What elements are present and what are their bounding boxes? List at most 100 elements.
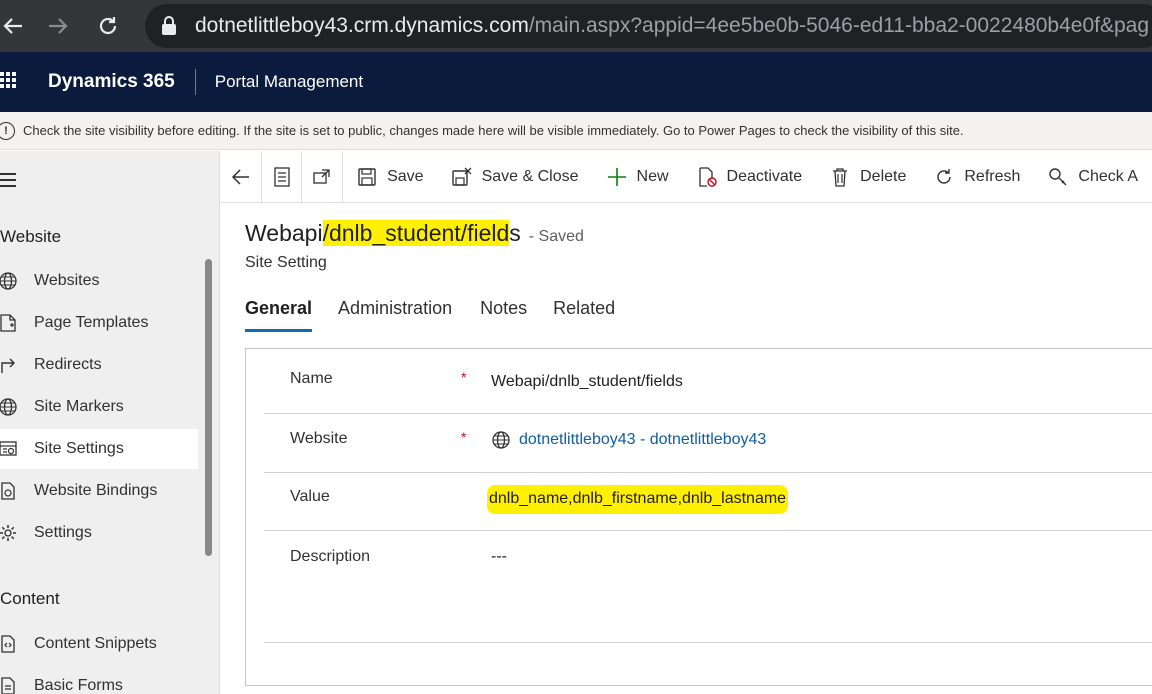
- sidebar-item-website-bindings[interactable]: Website Bindings: [0, 471, 198, 511]
- description-field[interactable]: ---: [491, 548, 507, 566]
- globe-icon: [491, 430, 511, 450]
- sidebar-item-redirects[interactable]: Redirects: [0, 345, 198, 385]
- group-title-website: Website: [0, 227, 62, 246]
- field-row-description: Description ---: [264, 531, 1152, 643]
- sidebar-item-label: Redirects: [34, 356, 102, 373]
- required-indicator: *: [461, 369, 467, 385]
- field-row-website: Website * dotnetlittleboy43 - dotnetlitt…: [264, 414, 1152, 473]
- value-label: Value: [290, 488, 330, 505]
- sidebar-item-websites[interactable]: Websites: [0, 261, 198, 301]
- record-title-suffix: s: [509, 220, 521, 246]
- globe-icon: [0, 271, 18, 291]
- tab-related[interactable]: Related: [553, 298, 615, 332]
- open-new-window-icon[interactable]: [302, 150, 344, 203]
- back-button[interactable]: [221, 150, 262, 203]
- sidebar-item-basic-forms[interactable]: Basic Forms: [0, 666, 198, 694]
- group-title-content: Content: [0, 589, 60, 608]
- deactivate-label: Deactivate: [726, 167, 803, 185]
- save-close-icon: [451, 167, 472, 187]
- info-icon: !: [0, 121, 15, 140]
- delete-button[interactable]: Delete: [816, 151, 920, 203]
- sidebar-item-label: Basic Forms: [34, 677, 123, 694]
- deactivate-icon: [697, 166, 717, 187]
- check-access-button[interactable]: Check A: [1034, 151, 1152, 203]
- gear-icon: [0, 523, 18, 543]
- delete-label: Delete: [860, 167, 907, 185]
- sidebar-item-settings[interactable]: Settings: [0, 513, 198, 553]
- sidebar-item-label: Content Snippets: [34, 635, 157, 652]
- header-divider: [194, 69, 196, 95]
- name-label: Name: [290, 370, 333, 387]
- sidebar-item-label: Page Templates: [34, 314, 149, 331]
- website-link[interactable]: dotnetlittleboy43 - dotnetlittleboy43: [519, 431, 766, 449]
- required-indicator: *: [461, 429, 467, 445]
- plus-icon: [607, 167, 627, 187]
- check-access-icon: [1048, 167, 1068, 187]
- sidebar-item-label: Website Bindings: [34, 482, 158, 499]
- entity-name: Site Setting: [245, 254, 327, 271]
- hamburger-menu-icon[interactable]: [0, 173, 18, 187]
- app-brand[interactable]: Dynamics 365: [48, 71, 175, 93]
- address-bar[interactable]: dotnetlittleboy43.crm.dynamics.com/main.…: [145, 4, 1152, 48]
- page-template-icon: [0, 313, 18, 333]
- back-arrow-icon[interactable]: [0, 0, 28, 52]
- tab-administration[interactable]: Administration: [338, 298, 452, 332]
- name-field[interactable]: Webapi/dnlb_student/fields: [491, 373, 683, 391]
- refresh-button[interactable]: Refresh: [920, 151, 1034, 203]
- form-icon: [0, 676, 18, 694]
- reload-icon[interactable]: [88, 0, 128, 52]
- globe-icon: [0, 397, 18, 417]
- check-access-label: Check A: [1078, 167, 1138, 185]
- sidebar-item-site-settings[interactable]: Site Settings: [0, 429, 198, 469]
- save-label: Save: [387, 167, 424, 185]
- sidebar-item-label: Websites: [34, 272, 100, 289]
- record-title: Webapi/dnlb_student/fields - Saved: [245, 220, 584, 247]
- refresh-label: Refresh: [964, 167, 1021, 185]
- save-status: - Saved: [528, 228, 584, 245]
- snippet-icon: [0, 634, 18, 654]
- app-header: Dynamics 365 Portal Management: [0, 52, 1152, 112]
- refresh-icon: [934, 167, 954, 187]
- value-field[interactable]: dnlb_name,dnlb_firstname,dnlb_lastname: [487, 485, 789, 514]
- save-icon: [357, 167, 377, 187]
- app-launcher-icon[interactable]: [0, 52, 40, 112]
- trash-icon: [830, 167, 850, 187]
- form-tabs: General Administration Notes Related: [245, 298, 641, 334]
- description-label: Description: [290, 548, 371, 565]
- url-path: /main.aspx?appid=4ee5be0b-5046-ed11-bba2…: [528, 14, 1150, 37]
- field-row-name: Name * Webapi/dnlb_student/fields: [264, 349, 1152, 414]
- browser-toolbar: dotnetlittleboy43.crm.dynamics.com/main.…: [0, 0, 1152, 52]
- form-view-icon[interactable]: [262, 150, 303, 203]
- tab-notes[interactable]: Notes: [480, 298, 527, 332]
- tab-general[interactable]: General: [245, 298, 313, 332]
- notification-bar: ! Check the site visibility before editi…: [0, 112, 1152, 150]
- record-title-prefix: Webapi: [245, 220, 323, 246]
- save-close-label: Save & Close: [481, 167, 579, 185]
- sidebar-item-site-markers[interactable]: Site Markers: [0, 387, 198, 427]
- sidebar-item-label: Settings: [34, 524, 92, 541]
- notification-text: Check the site visibility before editing…: [23, 123, 964, 138]
- field-row-value: Value dnlb_name,dnlb_firstname,dnlb_last…: [264, 473, 1152, 531]
- record-title-highlight: /dnlb_student/field: [322, 220, 510, 246]
- website-lookup[interactable]: dotnetlittleboy43 - dotnetlittleboy43: [491, 430, 766, 450]
- sidebar: Website Websites Page Templates Redirect…: [0, 151, 220, 694]
- url-host: dotnetlittleboy43.crm.dynamics.com: [195, 14, 529, 37]
- sidebar-scrollbar[interactable]: [205, 259, 212, 556]
- new-label: New: [636, 167, 669, 185]
- sidebar-item-label: Site Settings: [34, 440, 124, 457]
- sidebar-item-label: Site Markers: [34, 398, 124, 415]
- website-label: Website: [290, 430, 348, 447]
- binding-icon: [0, 481, 18, 501]
- save-close-button[interactable]: Save & Close: [438, 151, 593, 203]
- command-bar: Save Save & Close New Deactivate Delete …: [221, 150, 1152, 203]
- app-module-name[interactable]: Portal Management: [215, 72, 363, 92]
- sidebar-item-page-templates[interactable]: Page Templates: [0, 303, 198, 343]
- general-section: Name * Webapi/dnlb_student/fields Websit…: [245, 348, 1152, 686]
- new-button[interactable]: New: [593, 151, 683, 203]
- lock-icon: [161, 16, 177, 36]
- save-button[interactable]: Save: [343, 151, 437, 203]
- forward-arrow-icon[interactable]: [28, 0, 88, 52]
- redirect-icon: [0, 355, 18, 375]
- deactivate-button[interactable]: Deactivate: [683, 151, 817, 203]
- sidebar-item-content-snippets[interactable]: Content Snippets: [0, 624, 198, 664]
